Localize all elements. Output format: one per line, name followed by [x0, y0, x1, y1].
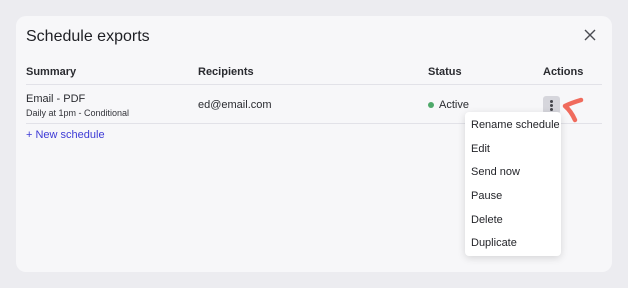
row-recipients: ed@email.com	[198, 99, 272, 111]
menu-item-edit[interactable]: Edit	[471, 143, 490, 155]
status-dot	[428, 102, 434, 108]
actions-menu: Rename schedule Edit Send now Pause Dele…	[465, 112, 561, 256]
menu-item-delete[interactable]: Delete	[471, 214, 503, 226]
close-icon[interactable]	[582, 27, 598, 43]
schedule-exports-modal: Schedule exports Summary Recipients Stat…	[16, 16, 612, 272]
row-summary: Email - PDF	[26, 93, 86, 105]
screen-frame: Schedule exports Summary Recipients Stat…	[0, 0, 628, 288]
new-schedule-link[interactable]: + New schedule	[26, 129, 105, 141]
column-header-recipients: Recipients	[198, 66, 254, 78]
row-status: Active	[439, 99, 469, 111]
column-header-status: Status	[428, 66, 462, 78]
pointer-arrow-icon	[561, 96, 587, 126]
column-header-summary: Summary	[26, 66, 77, 78]
modal-title: Schedule exports	[26, 28, 150, 45]
row-summary-detail: Daily at 1pm - Conditional	[26, 108, 130, 118]
column-header-actions: Actions	[543, 66, 584, 78]
menu-item-pause[interactable]: Pause	[471, 190, 502, 202]
menu-item-duplicate[interactable]: Duplicate	[471, 237, 517, 249]
menu-item-rename-schedule[interactable]: Rename schedule	[471, 119, 560, 131]
menu-item-send-now[interactable]: Send now	[471, 166, 520, 178]
header-divider	[26, 84, 602, 85]
